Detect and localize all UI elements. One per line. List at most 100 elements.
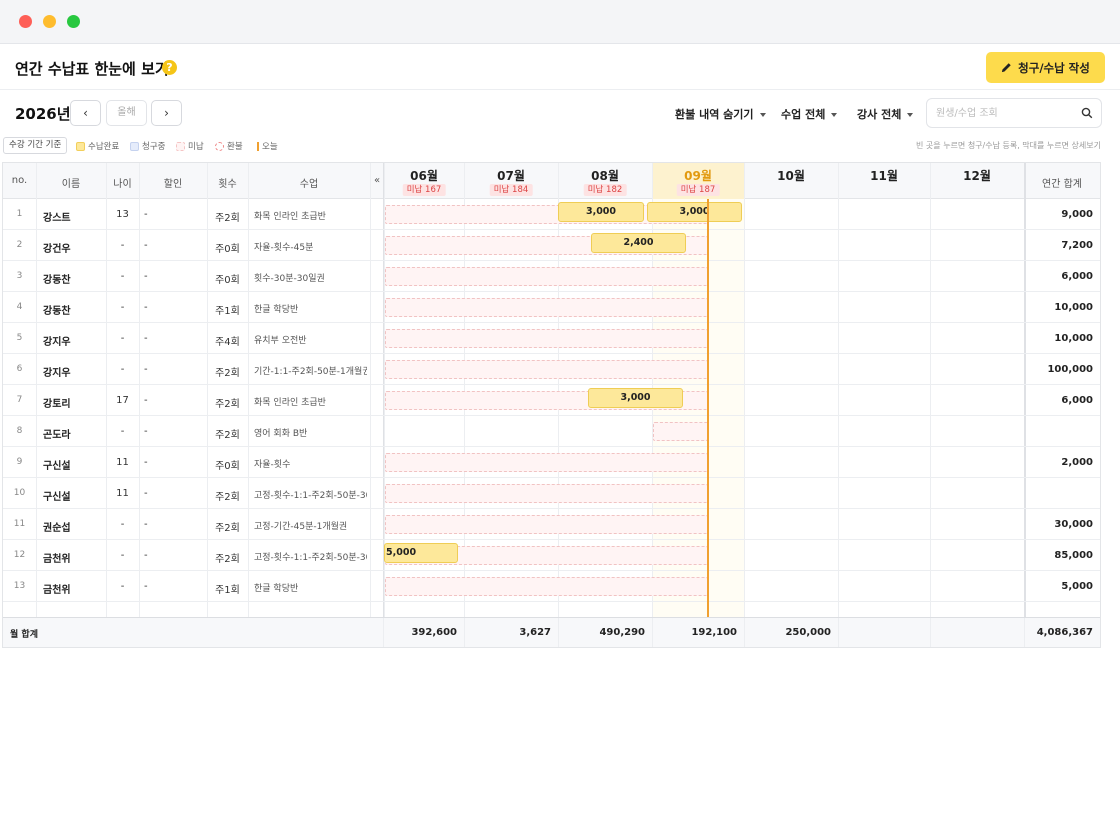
column-divider [838, 163, 839, 617]
discount-value: - [144, 333, 148, 344]
student-age: - [120, 426, 125, 437]
lesson-count: 주2회 [215, 554, 240, 565]
class-name: 고정-횟수-1:1-주2회-50분-30... [254, 491, 367, 501]
month-header-11[interactable]: 11월 [838, 163, 930, 199]
row-divider [3, 229, 1100, 230]
month-header-12[interactable]: 12월 [930, 163, 1024, 199]
legend-billing: 청구중 [130, 140, 165, 152]
unpaid-bar[interactable] [385, 515, 708, 534]
toolbar: 2026년 ‹ 올해 › 환불 내역 숨기기 수업 전체 강사 전체 [0, 91, 1120, 135]
column-divider [930, 163, 931, 617]
header-total: 연간 합계 [1042, 179, 1082, 190]
today-swatch [257, 141, 259, 151]
student-name: 구신설 [43, 492, 71, 503]
month-label: 09월 [684, 169, 712, 183]
create-billing-button[interactable]: 청구/수납 작성 [986, 52, 1105, 83]
unpaid-bar[interactable] [385, 484, 708, 503]
column-divider [383, 618, 384, 647]
unpaid-bar[interactable] [385, 360, 708, 379]
month-header-10[interactable]: 10월 [744, 163, 838, 199]
column-divider [36, 163, 37, 617]
row-divider [3, 539, 1100, 540]
row-divider [3, 260, 1100, 261]
this-year-button[interactable]: 올해 [106, 100, 147, 126]
refund-swatch [215, 141, 224, 151]
search-icon[interactable] [1081, 107, 1093, 119]
paid-amount-bar[interactable]: 3,000 [647, 202, 742, 222]
unpaid-bar[interactable] [385, 267, 708, 286]
column-divider [370, 163, 371, 617]
paid-amount-bar[interactable]: 3,000 [558, 202, 644, 222]
student-age: - [120, 581, 125, 592]
search-input[interactable] [936, 105, 1076, 121]
legend-paid-label: 수납완료 [88, 142, 120, 152]
lesson-count: 주2회 [215, 523, 240, 534]
header-discount: 할인 [163, 179, 183, 190]
maximize-window-button[interactable] [67, 15, 80, 28]
header-class: 수업 [299, 179, 319, 190]
unpaid-bar[interactable] [385, 453, 708, 472]
discount-value: - [144, 271, 148, 282]
monthly-total-value: 192,100 [691, 627, 737, 638]
row-number: 5 [16, 333, 23, 343]
annual-total: 10,000 [1054, 302, 1093, 313]
column-divider [106, 163, 107, 617]
unpaid-swatch [176, 141, 185, 151]
class-filter-dropdown[interactable]: 수업 전체 [781, 106, 838, 122]
unpaid-bar[interactable] [385, 577, 708, 596]
lesson-count: 주2회 [215, 492, 240, 503]
unpaid-count-badge: 미납 184 [489, 184, 533, 196]
month-header-9[interactable]: 09월 미납 187 [652, 163, 744, 199]
pencil-icon [1002, 63, 1011, 73]
annual-total: 10,000 [1054, 333, 1093, 344]
discount-value: - [144, 581, 148, 592]
column-divider [464, 618, 465, 647]
student-name: 강지우 [43, 368, 71, 379]
teacher-filter-dropdown[interactable]: 강사 전체 [857, 106, 914, 122]
paid-amount-bar[interactable]: 3,000 [588, 388, 683, 408]
create-billing-label: 청구/수납 작성 [1018, 60, 1090, 75]
prev-year-button[interactable]: ‹ [70, 100, 101, 126]
minimize-window-button[interactable] [43, 15, 56, 28]
monthly-total-value: 490,290 [599, 627, 645, 638]
unpaid-bar[interactable] [385, 298, 708, 317]
close-window-button[interactable] [19, 15, 32, 28]
today-marker [707, 199, 709, 617]
unpaid-bar[interactable] [385, 329, 708, 348]
student-age: - [120, 271, 125, 282]
teacher-filter-label: 강사 전체 [857, 108, 902, 121]
column-divider [652, 618, 653, 647]
paid-amount-bar[interactable]: 2,400 [591, 233, 686, 253]
month-area-divider [383, 163, 384, 647]
annual-total: 6,000 [1061, 271, 1093, 282]
month-header-6[interactable]: 06월 미납 167 [384, 163, 464, 199]
row-number: 1 [16, 209, 23, 219]
month-header-8[interactable]: 08월 미납 182 [558, 163, 652, 199]
period-basis-button[interactable]: 수강 기간 기준 [3, 137, 68, 154]
unpaid-count-badge: 미납 167 [402, 184, 446, 196]
month-header-7[interactable]: 07월 미납 184 [464, 163, 558, 199]
class-name: 영어 회화 B반 [254, 429, 308, 439]
class-name: 화목 인라인 초급반 [254, 398, 326, 408]
discount-value: - [144, 209, 148, 220]
discount-value: - [144, 302, 148, 313]
monthly-total-value: 250,000 [785, 627, 831, 638]
paid-amount-bar[interactable]: 5,000 [384, 543, 458, 563]
class-name: 고정-기간-45분-1개월권 [254, 522, 348, 532]
column-divider [248, 163, 249, 617]
row-number: 12 [13, 550, 26, 560]
refund-visibility-dropdown[interactable]: 환불 내역 숨기기 [675, 106, 766, 122]
row-divider [3, 384, 1100, 385]
discount-value: - [144, 519, 148, 530]
class-name: 유치부 오전반 [254, 336, 307, 346]
row-divider [3, 353, 1100, 354]
next-year-button[interactable]: › [151, 100, 182, 126]
lesson-count: 주4회 [215, 337, 240, 348]
unpaid-bar[interactable] [653, 422, 708, 441]
refund-visibility-label: 환불 내역 숨기기 [675, 108, 754, 121]
header-collapse[interactable]: « [370, 175, 384, 186]
student-age: - [120, 550, 125, 561]
caret-down-icon [759, 113, 766, 117]
question-circle-icon[interactable]: ? [162, 60, 177, 75]
class-name: 한글 학당반 [254, 584, 299, 594]
